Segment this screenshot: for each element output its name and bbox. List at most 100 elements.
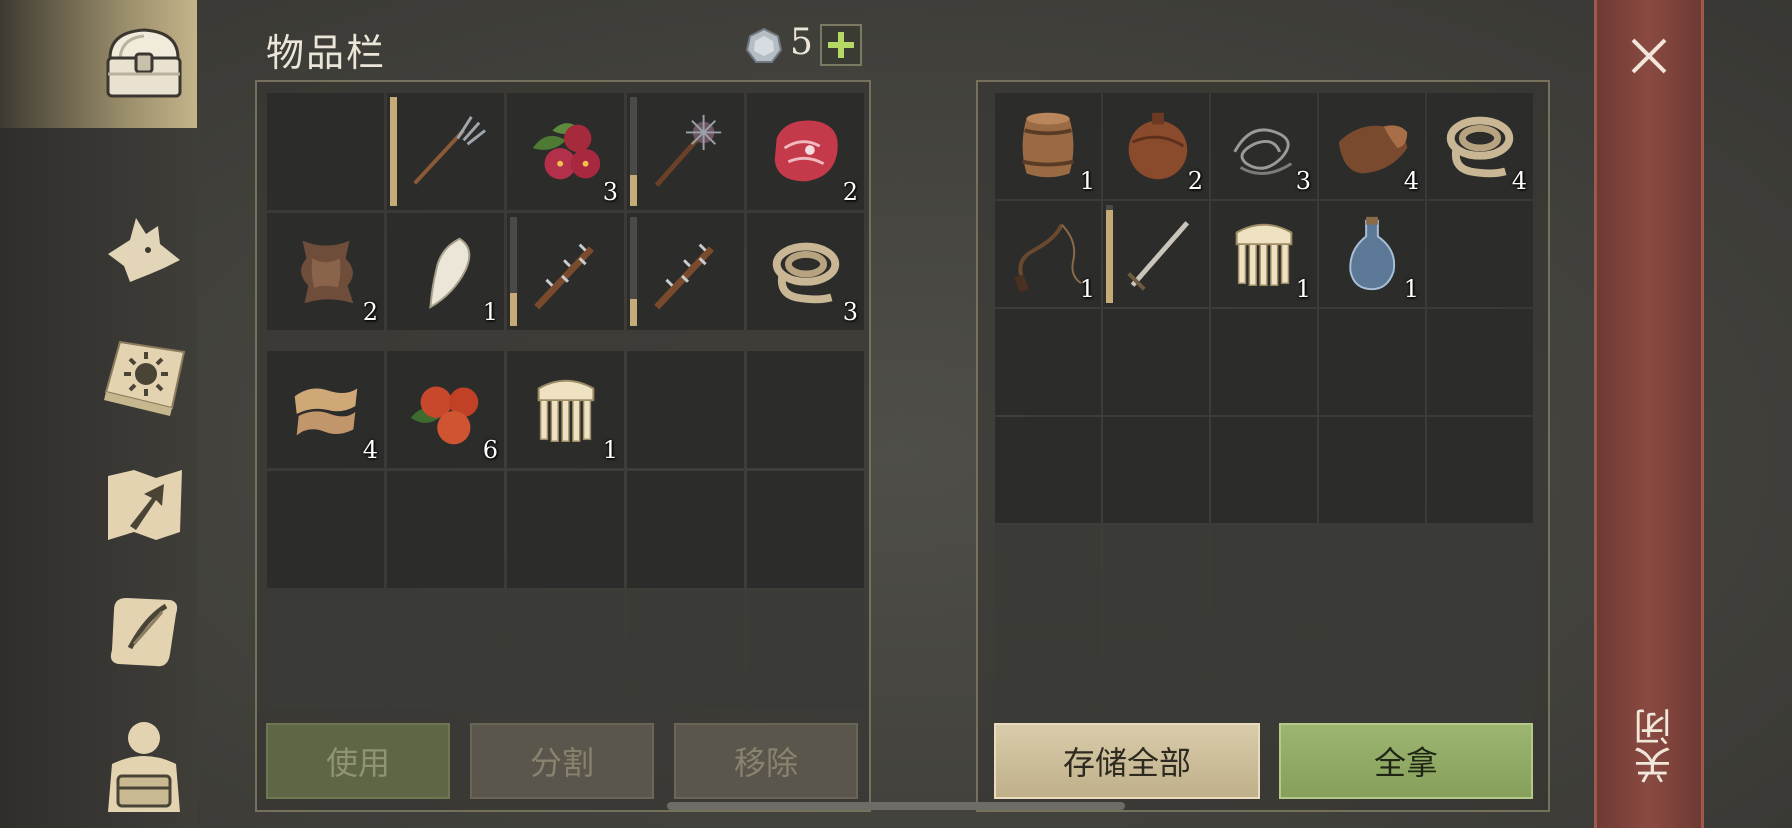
fang-icon (428, 237, 470, 309)
empty-slot[interactable] (995, 309, 1101, 415)
scrollbar[interactable] (667, 802, 1125, 810)
item-slot-spiked-club[interactable] (507, 213, 624, 330)
item-quantity: 2 (842, 178, 858, 206)
split-button[interactable]: 分割 (470, 723, 654, 799)
empty-slot[interactable] (747, 471, 864, 588)
backpack-grid: 4 6 1 (267, 351, 864, 708)
comb-icon (1235, 223, 1293, 287)
empty-slot[interactable] (1427, 525, 1533, 631)
item-quantity: 2 (1187, 167, 1203, 195)
sidebar-item-character[interactable] (96, 712, 192, 820)
store-all-button[interactable]: 存储全部 (994, 723, 1260, 799)
cloth-icon (294, 388, 357, 435)
empty-slot[interactable] (995, 417, 1101, 523)
close-panel[interactable] (1594, 0, 1704, 828)
empty-slot[interactable] (1427, 309, 1533, 415)
item-quantity: 1 (1295, 275, 1311, 303)
item-quantity: 4 (1403, 167, 1419, 195)
leather-flask-icon (1128, 112, 1188, 180)
empty-slot[interactable] (627, 471, 744, 588)
empty-slot[interactable] (507, 591, 624, 708)
barrel-icon (1022, 112, 1074, 178)
empty-slot[interactable] (1427, 417, 1533, 523)
empty-slot[interactable] (1103, 525, 1209, 631)
item-slot-spiked-club[interactable] (627, 213, 744, 330)
item-slot-pitchfork[interactable] (387, 93, 504, 210)
wire-icon (1233, 128, 1293, 175)
empty-slot[interactable] (627, 591, 744, 708)
plus-icon (828, 32, 854, 58)
item-slot-raw-meat[interactable]: 2 (747, 93, 864, 210)
empty-slot[interactable] (1319, 309, 1425, 415)
empty-slot[interactable] (1319, 417, 1425, 523)
item-slot-spiked-mace[interactable] (627, 93, 744, 210)
item-slot-cloth[interactable]: 4 (267, 351, 384, 468)
silver-coin-icon (746, 28, 782, 63)
empty-slot[interactable] (747, 591, 864, 708)
item-slot-leather-scrap[interactable]: 4 (1319, 93, 1425, 199)
item-quantity: 1 (1079, 167, 1095, 195)
durability-bar (630, 217, 637, 326)
item-slot-fang[interactable]: 1 (387, 213, 504, 330)
item-quantity: 4 (1511, 167, 1527, 195)
close-label: 关闭 (1634, 708, 1678, 784)
close-icon[interactable] (1625, 32, 1673, 80)
item-slot-comb[interactable]: 1 (1211, 201, 1317, 307)
item-slot-sword[interactable] (1103, 201, 1209, 307)
spiked-mace-icon (654, 114, 721, 187)
empty-slot[interactable] (267, 93, 384, 210)
add-currency-button[interactable] (820, 24, 862, 66)
empty-slot[interactable] (267, 471, 384, 588)
durability-bar (390, 97, 397, 206)
empty-slot[interactable] (1103, 417, 1209, 523)
sidebar-item-quests[interactable] (96, 584, 192, 680)
empty-slot[interactable] (1319, 525, 1425, 631)
empty-slot[interactable] (267, 591, 384, 708)
item-slot-animal-hide[interactable]: 2 (267, 213, 384, 330)
empty-slot[interactable] (1211, 309, 1317, 415)
item-slot-apples[interactable]: 6 (387, 351, 504, 468)
item-slot-rope[interactable]: 3 (747, 213, 864, 330)
item-slot-berries[interactable]: 3 (507, 93, 624, 210)
use-button[interactable]: 使用 (266, 723, 450, 799)
character-backpack-icon (108, 722, 180, 812)
empty-slot[interactable] (387, 471, 504, 588)
empty-slot[interactable] (387, 591, 504, 708)
comb-icon (537, 379, 594, 442)
scroll-feather-icon (110, 598, 178, 667)
rope-icon (772, 242, 839, 303)
empty-slot[interactable] (1211, 525, 1317, 631)
remove-button[interactable]: 移除 (674, 723, 858, 799)
empty-slot[interactable] (507, 471, 624, 588)
sidebar-item-map[interactable] (96, 456, 192, 552)
hotbar-grid: 3 2 2 1 3 (267, 93, 864, 330)
sidebar-item-journal[interactable] (96, 328, 192, 424)
item-quantity: 1 (1403, 275, 1419, 303)
whip-icon (1014, 223, 1082, 293)
take-all-button[interactable]: 全拿 (1279, 723, 1533, 799)
durability-bar (630, 97, 637, 206)
item-slot-whip[interactable]: 1 (995, 201, 1101, 307)
item-quantity: 3 (602, 178, 618, 206)
item-slot-barrel[interactable]: 1 (995, 93, 1101, 199)
item-slot-rope[interactable]: 4 (1427, 93, 1533, 199)
item-slot-leather-flask[interactable]: 2 (1103, 93, 1209, 199)
map-arrow-icon (108, 470, 182, 540)
empty-slot[interactable] (1103, 309, 1209, 415)
empty-slot[interactable] (627, 351, 744, 468)
item-slot-wire[interactable]: 3 (1211, 93, 1317, 199)
sidebar-item-crafting[interactable] (96, 200, 192, 296)
empty-slot[interactable] (995, 525, 1101, 631)
raw-meat-icon (774, 120, 838, 181)
empty-slot[interactable] (1211, 417, 1317, 523)
durability-bar (510, 217, 517, 326)
item-quantity: 2 (362, 298, 378, 326)
sidebar-item-inventory[interactable] (96, 14, 192, 110)
item-slot-glass-bottle[interactable]: 1 (1319, 201, 1425, 307)
empty-slot[interactable] (1427, 201, 1533, 307)
wolf-head-icon (108, 218, 180, 282)
spiked-club-icon (653, 243, 714, 310)
item-slot-comb[interactable]: 1 (507, 351, 624, 468)
rope-icon (1446, 116, 1514, 178)
empty-slot[interactable] (747, 351, 864, 468)
